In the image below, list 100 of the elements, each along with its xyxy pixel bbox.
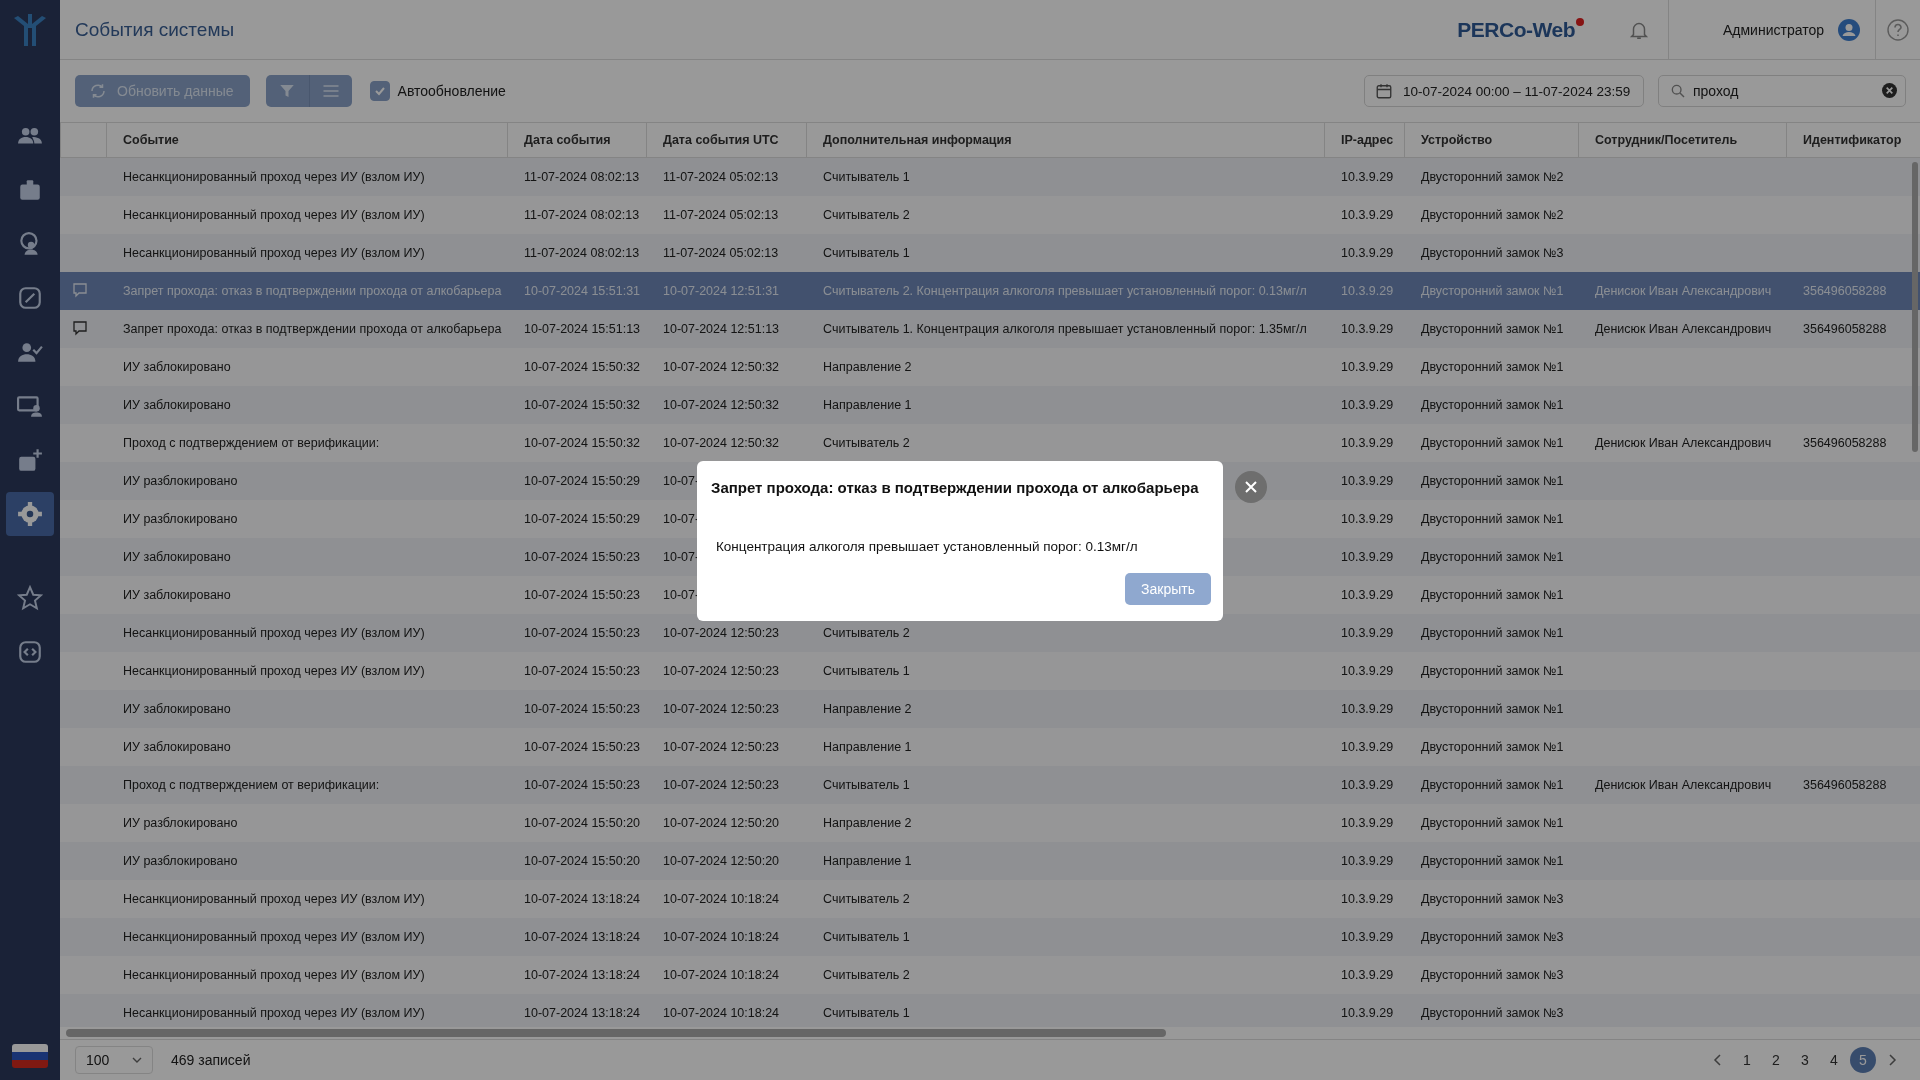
info-cell-text: Считыватель 1	[822, 246, 911, 260]
date-cell-text: 10-07-2024 15:50:23	[523, 740, 642, 754]
info-cell-text: Считыватель 2. Концентрация алкоголя превышает установленный порог: 0.13мг/л	[822, 284, 1308, 298]
utc-date-cell-text: 10-07-2024 12:50:23	[662, 778, 781, 792]
ip-cell-text: 10.3.9.29	[1340, 550, 1395, 564]
utc-date-cell-text: 11-07-2024 05:02:13	[662, 170, 780, 184]
utc-date-cell-text: 10-07-2024 12:51:31	[662, 284, 781, 298]
event-cell-text: Несанкционированный проход через ИУ (взлом ИУ)	[122, 664, 426, 678]
utc-date-cell-text: 10-07-	[662, 588, 701, 602]
info-cell-text: Считыватель 1. Концентрация алкоголя превышает установленный порог: 1.35мг/л	[822, 322, 1308, 336]
date-cell-text: 10-07-2024 15:50:23	[523, 664, 642, 678]
device-cell-text: Двусторонний замок №1	[1420, 436, 1565, 450]
info-cell-text: Считыватель 1	[822, 778, 911, 792]
ip-cell-text: 10.3.9.29	[1340, 892, 1395, 906]
utc-date-cell-text: 10-07-2024 10:18:24	[662, 892, 781, 906]
event-cell-text: ИУ заблокировано	[122, 702, 232, 716]
event-cell-text: Проход с подтверждением от верификации:	[122, 436, 381, 450]
event-cell-text: Запрет прохода: отказ в подтверждении прохода от алкобарьера	[122, 284, 503, 298]
event-cell-text: ИУ заблокировано	[122, 360, 232, 374]
ip-cell-text: 10.3.9.29	[1340, 816, 1395, 830]
ip-cell-text: 10.3.9.29	[1340, 474, 1395, 488]
date-cell-text: 10-07-2024 13:18:24	[523, 892, 642, 906]
logo-text: PERCo-Web	[1457, 15, 1584, 44]
utc-date-cell-text: 10-07-2024 10:18:24	[662, 1006, 781, 1020]
event-cell-text: ИУ разблокировано	[122, 512, 239, 526]
ip-cell-text: 10.3.9.29	[1340, 284, 1395, 298]
event-cell-text: Проход с подтверждением от верификации:	[122, 778, 381, 792]
id-cell-text: 356496058288	[1802, 778, 1888, 792]
info-cell-text: Считыватель 2	[822, 626, 911, 640]
utc-date-cell-text: 11-07-2024 05:02:13	[662, 208, 780, 222]
info-cell-text: Направление 1	[822, 398, 913, 412]
utc-date-cell-text: 10-07-2024 12:50:23	[662, 702, 781, 716]
ip-cell-text: 10.3.9.29	[1340, 930, 1395, 944]
info-cell-text: Направление 2	[822, 360, 913, 374]
device-cell-text: Двусторонний замок №1	[1420, 664, 1565, 678]
ip-cell-text: 10.3.9.29	[1340, 702, 1395, 716]
device-cell-text: Двусторонний замок №1	[1420, 550, 1565, 564]
person-cell-text: Денисюк Иван Александрович	[1594, 436, 1773, 450]
ip-cell-text: 10.3.9.29	[1340, 170, 1395, 184]
utc-date-cell-text: 10-07-2024 10:18:24	[662, 930, 781, 944]
utc-date-cell-text: 10-07-	[662, 550, 701, 564]
ip-cell-text: 10.3.9.29	[1340, 664, 1395, 678]
info-cell-text: Считыватель 1	[822, 170, 911, 184]
date-cell-text: 10-07-2024 13:18:24	[523, 1006, 642, 1020]
device-cell-text: Двусторонний замок №1	[1420, 474, 1565, 488]
ip-cell-text: 10.3.9.29	[1340, 208, 1395, 222]
info-cell-text: Считыватель 1	[822, 930, 911, 944]
info-cell-text: Считыватель 2	[822, 892, 911, 906]
utc-date-cell-text: 10-07-2024 12:50:23	[662, 664, 781, 678]
ip-cell-text: 10.3.9.29	[1340, 968, 1395, 982]
ip-cell-text: 10.3.9.29	[1340, 246, 1395, 260]
utc-date-cell-text: 10-07-	[662, 512, 701, 526]
date-cell-text: 10-07-2024 15:50:23	[523, 778, 642, 792]
utc-date-cell-text: 10-07-2024 12:51:13	[662, 322, 781, 336]
date-cell-text: 10-07-2024 15:51:31	[523, 284, 642, 298]
date-cell-text: 10-07-2024 15:50:32	[523, 398, 642, 412]
device-cell-text: Двусторонний замок №3	[1420, 968, 1565, 982]
utc-date-cell-text: 10-07-2024 12:50:23	[662, 740, 781, 754]
event-cell-text: ИУ заблокировано	[122, 398, 232, 412]
utc-date-cell-text: 10-07-2024 12:50:23	[662, 626, 781, 640]
person-cell-text: Денисюк Иван Александрович	[1594, 284, 1773, 298]
date-cell-text: 10-07-2024 15:50:29	[523, 474, 642, 488]
device-cell-text: Двусторонний замок №1	[1420, 588, 1565, 602]
ip-cell-text: 10.3.9.29	[1340, 740, 1395, 754]
date-cell-text: 10-07-2024 15:50:20	[523, 854, 642, 868]
utc-date-cell-text: 10-07-2024 12:50:32	[662, 436, 781, 450]
device-cell-text: Двусторонний замок №2	[1420, 208, 1565, 222]
date-cell-text: 10-07-2024 13:18:24	[523, 968, 642, 982]
record-count: 469 записей	[171, 1052, 251, 1068]
event-cell-text: ИУ заблокировано	[122, 588, 232, 602]
ip-cell-text: 10.3.9.29	[1340, 588, 1395, 602]
info-cell-text: Направление 2	[822, 816, 913, 830]
utc-date-cell-text: 11-07-2024 05:02:13	[662, 246, 780, 260]
ip-cell-text: 10.3.9.29	[1340, 436, 1395, 450]
ip-cell-text: 10.3.9.29	[1340, 778, 1395, 792]
person-cell-text: Денисюк Иван Александрович	[1594, 322, 1773, 336]
date-cell-text: 10-07-2024 15:50:29	[523, 512, 642, 526]
info-cell-text: Направление 1	[822, 740, 913, 754]
event-cell-text: Запрет прохода: отказ в подтверждении прохода от алкобарьера	[122, 322, 503, 336]
id-cell-text: 356496058288	[1802, 284, 1888, 298]
date-cell-text: 10-07-2024 15:50:23	[523, 550, 642, 564]
device-cell-text: Двусторонний замок №1	[1420, 854, 1565, 868]
event-cell-text: ИУ разблокировано	[122, 816, 239, 830]
date-cell-text: 10-07-2024 15:50:23	[523, 626, 642, 640]
device-cell-text: Двусторонний замок №3	[1420, 930, 1565, 944]
device-cell-text: Двусторонний замок №1	[1420, 322, 1565, 336]
ip-cell-text: 10.3.9.29	[1340, 360, 1395, 374]
date-cell-text: 11-07-2024 08:02:13	[523, 246, 641, 260]
date-cell-text: 11-07-2024 08:02:13	[523, 170, 641, 184]
person-cell-text: Денисюк Иван Александрович	[1594, 778, 1773, 792]
ip-cell-text: 10.3.9.29	[1340, 854, 1395, 868]
info-cell-text: Считыватель 2	[822, 436, 911, 450]
ip-cell-text: 10.3.9.29	[1340, 322, 1395, 336]
device-cell-text: Двусторонний замок №1	[1420, 626, 1565, 640]
utc-date-cell-text: 10-07-2024 12:50:32	[662, 398, 781, 412]
device-cell-text: Двусторонний замок №1	[1420, 778, 1565, 792]
info-cell-text: Считыватель 2	[822, 968, 911, 982]
date-cell-text: 10-07-2024 13:18:24	[523, 930, 642, 944]
device-cell-text: Двусторонний замок №1	[1420, 740, 1565, 754]
date-cell-text: 10-07-2024 15:50:20	[523, 816, 642, 830]
